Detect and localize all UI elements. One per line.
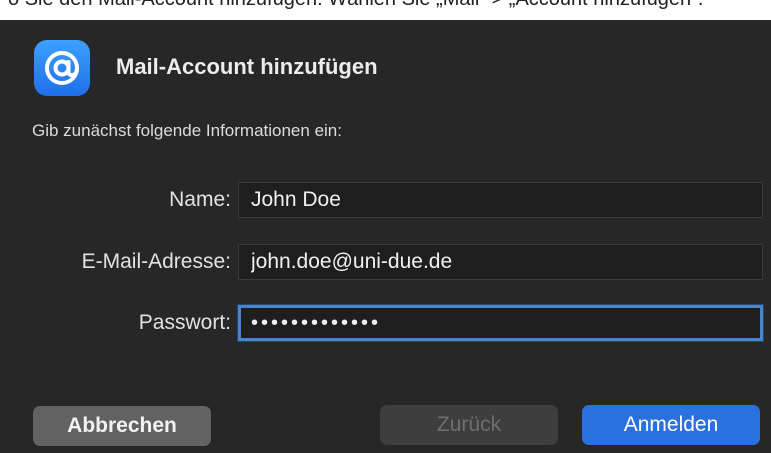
login-button[interactable]: Anmelden	[582, 405, 760, 445]
name-field[interactable]	[238, 182, 763, 218]
back-button[interactable]: Zurück	[380, 405, 558, 445]
email-field[interactable]	[238, 244, 763, 280]
dialog-title: Mail-Account hinzufügen	[116, 54, 378, 79]
email-label: E-Mail-Adresse:	[81, 250, 231, 273]
cancel-button[interactable]: Abbrechen	[33, 406, 211, 446]
name-row: Name:	[0, 182, 771, 218]
at-sign-icon	[34, 40, 90, 96]
password-row: Passwort:	[0, 305, 771, 341]
background-window-strip: o Sie den Mail-Account hinzufügen: Wähle…	[0, 0, 771, 22]
background-window-text: o Sie den Mail-Account hinzufügen: Wähle…	[8, 0, 703, 11]
name-label: Name:	[169, 188, 231, 211]
password-field[interactable]	[238, 305, 763, 341]
password-label: Passwort:	[138, 311, 231, 334]
intro-text: Gib zunächst folgende Informationen ein:	[32, 121, 342, 140]
add-mail-account-dialog: Mail-Account hinzufügen Gib zunächst fol…	[0, 20, 771, 453]
email-row: E-Mail-Adresse:	[0, 244, 771, 280]
